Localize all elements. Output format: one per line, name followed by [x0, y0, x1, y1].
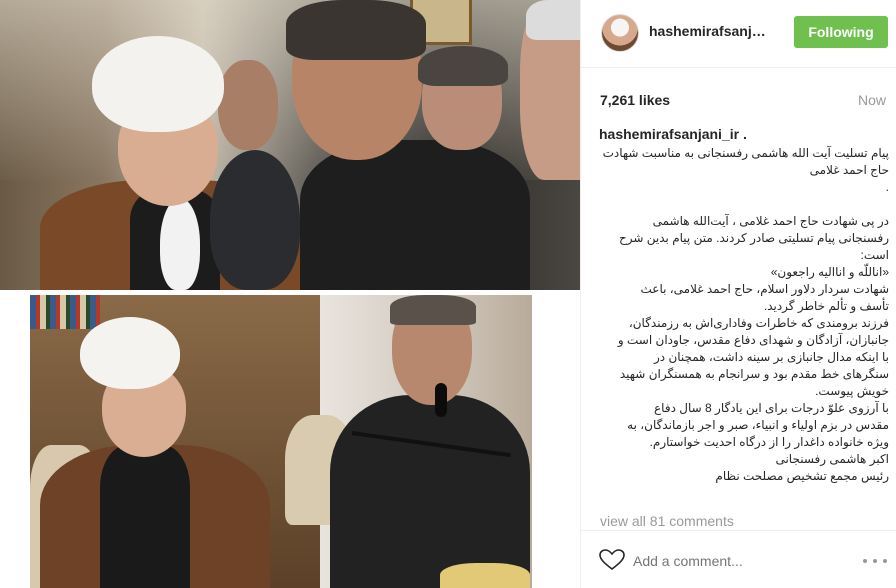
more-options-icon[interactable] [863, 551, 887, 571]
caption-line: خویش پیوست. [815, 384, 889, 398]
more-dot [863, 559, 867, 563]
avatar[interactable] [601, 14, 639, 52]
photo-figure-hair [286, 0, 426, 60]
photo-figure-background-body [210, 150, 300, 290]
caption-line: است: [860, 248, 889, 262]
likes-count[interactable]: 7,261 likes [600, 92, 670, 108]
caption-line: تأسف و تألم خاطر گردید. [763, 299, 889, 313]
caption-line: مقدس در بزم اولیاء و انبیاء، صبر و اجر ب… [627, 418, 889, 432]
caption-line: سنگرهای خط مقدم بود و سرانجام به همسنگرا… [619, 367, 889, 381]
more-dot [873, 559, 877, 563]
photo-top-image [0, 0, 580, 290]
heart-icon[interactable] [599, 549, 625, 571]
photo-bookshelf [30, 295, 100, 329]
more-dot [883, 559, 887, 563]
comment-input[interactable] [633, 551, 833, 571]
photo-figure-cloak [100, 445, 190, 588]
photo-figure-turban [92, 36, 224, 132]
caption-line: رفسنجانی پیام تسلیتی صادر کردند. متن پیا… [619, 231, 889, 245]
photo-figure-jacket [300, 140, 530, 290]
caption-line: فرزند برومندی که خاطرات وفاداری‌اش به رز… [628, 316, 889, 330]
caption-line: اکبر هاشمی رفسنجانی [775, 452, 889, 466]
caption-line: ویژه خانواده داغدار را از درگاه احدیت خو… [649, 435, 889, 449]
caption-line: . [885, 180, 889, 194]
caption-line: با اینکه مدال جانبازی بر سینه داشت، همچن… [653, 350, 889, 364]
photo-microphone [435, 383, 447, 417]
photo-figure-background-head [218, 60, 278, 150]
photo-figure-turban [80, 317, 180, 389]
caption-line: «اناللّه و اناالیه راجعون» [770, 265, 889, 279]
post-header: hashemirafsanja... Following [581, 0, 896, 68]
following-button[interactable]: Following [794, 16, 888, 48]
comment-footer [581, 530, 896, 588]
caption-line: شهادت سردار دلاور اسلام، حاج احمد غلامی،… [640, 282, 889, 296]
caption-line: در پی شهادت حاج احمد غلامی ، آیت‌الله ها… [652, 214, 889, 228]
post-caption: hashemirafsanjani_ir . پیام تسلیت آیت ال… [599, 126, 889, 524]
photo-bottom-image [30, 295, 532, 588]
post-timestamp: Now [857, 92, 886, 108]
photo-figure-jacket [330, 395, 530, 588]
photo-figure-shirt [160, 198, 200, 290]
caption-username[interactable]: hashemirafsanjani_ir . [599, 126, 889, 143]
view-all-comments-link[interactable]: view all 81 comments [600, 514, 890, 528]
post-username[interactable]: hashemirafsanja... [649, 23, 769, 39]
caption-line [599, 196, 889, 213]
post-photo[interactable] [0, 0, 580, 588]
photo-figure-hair [390, 295, 476, 325]
photo-figure-hair-right [418, 46, 508, 86]
caption-line: جانبازان، آزادگان و شهدای دفاع مقدس، جاو… [617, 333, 889, 347]
caption-line: رئیس مجمع تشخیص مصلحت نظام [715, 469, 889, 483]
photo-flowers [440, 563, 530, 588]
caption-line: حاج احمد غلامی [809, 163, 889, 177]
post-sidebar: hashemirafsanja... Following 7,261 likes… [580, 0, 896, 588]
caption-line: پیام تسلیت آیت الله هاشمی رفسنجانی به من… [602, 146, 889, 160]
photo-figure-hair-edge [526, 0, 580, 40]
caption-line: با آرزوی علوّ درجات برای این یادگار 8 سا… [654, 401, 889, 415]
